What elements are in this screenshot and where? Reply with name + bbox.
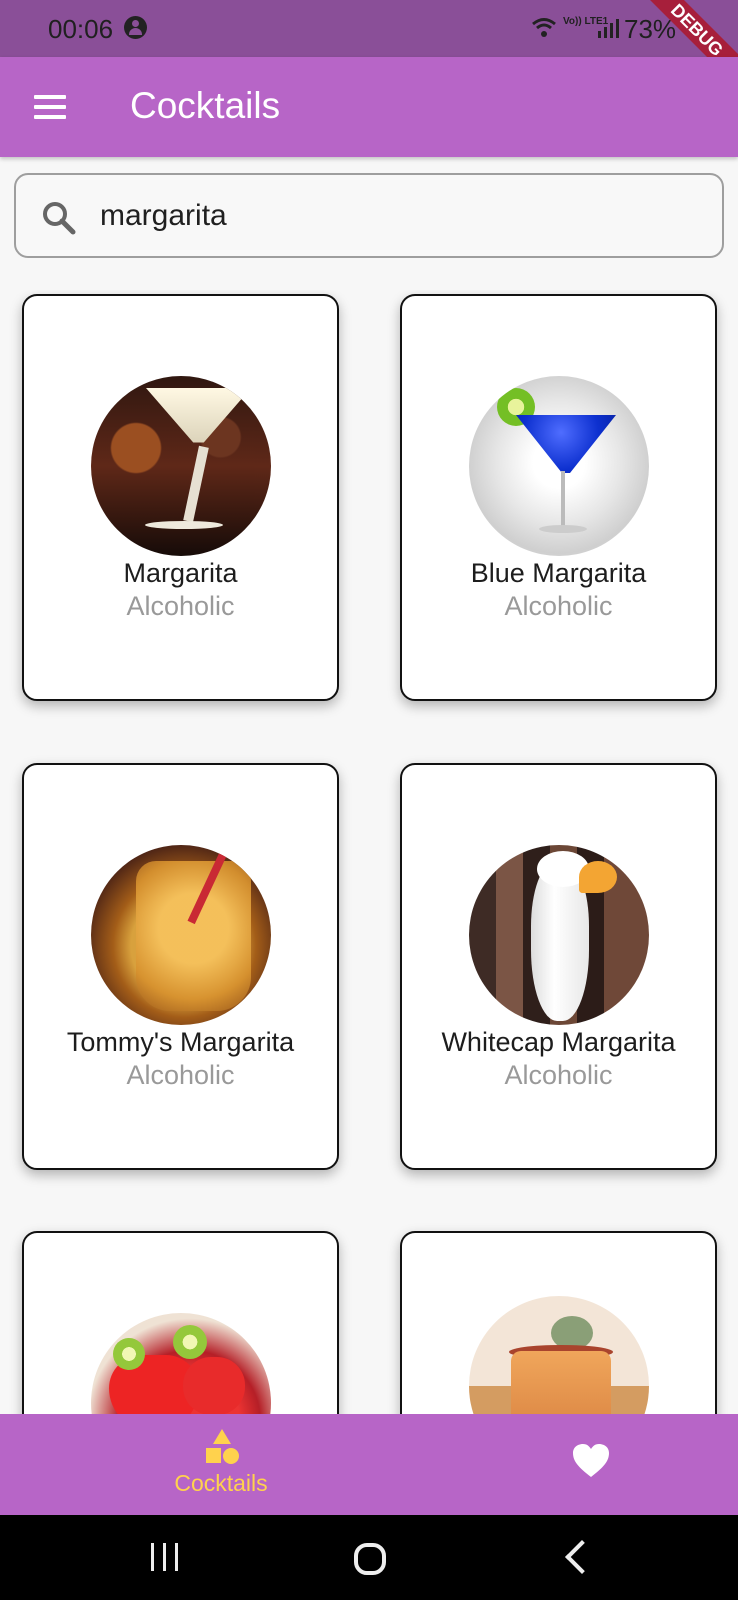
recent-apps-icon-line — [163, 1543, 166, 1571]
cocktail-image — [91, 376, 271, 556]
android-navigation-bar — [0, 1515, 738, 1600]
glass-stem-image — [561, 471, 565, 527]
recent-apps-icon-line — [175, 1543, 178, 1571]
bottom-navigation: Cocktails — [0, 1414, 738, 1515]
cocktail-card[interactable] — [400, 1231, 717, 1414]
signal-icon — [598, 19, 619, 38]
cocktail-category: Alcoholic — [126, 591, 235, 621]
square-icon-part — [206, 1448, 221, 1463]
cocktail-card-whitecap-margarita[interactable]: Whitecap Margarita Alcoholic — [400, 763, 717, 1170]
cocktail-card-blue-margarita[interactable]: Blue Margarita Alcoholic — [400, 294, 717, 701]
recent-apps-icon-line — [151, 1543, 154, 1571]
menu-button[interactable] — [28, 85, 72, 129]
nav-favorites[interactable] — [565, 1438, 617, 1490]
cocktail-card[interactable] — [22, 1231, 339, 1414]
recent-apps-button[interactable] — [149, 1543, 181, 1573]
orange-cocktail-glass-image — [511, 1351, 611, 1414]
orange-slice-image — [579, 861, 617, 893]
margarita-glass-image — [146, 388, 251, 443]
menu-icon-line — [34, 115, 66, 119]
cocktail-card-tommys-margarita[interactable]: Tommy's Margarita Alcoholic — [22, 763, 339, 1170]
red-cocktail-glass-image — [183, 1357, 245, 1414]
triangle-icon-part — [213, 1429, 231, 1444]
home-button[interactable] — [354, 1543, 386, 1575]
cocktail-name: Margarita — [123, 558, 238, 588]
glass-base-image — [145, 521, 223, 529]
glass-base-image — [539, 525, 587, 533]
menu-icon-line — [34, 95, 66, 99]
search-input[interactable] — [100, 187, 690, 245]
nav-cocktails[interactable]: Cocktails — [150, 1428, 292, 1504]
status-bar: 00:06 Vo)) LTE1 73% DEBUG — [0, 0, 738, 92]
cocktail-grid: Margarita Alcoholic Blue Margarita Alcoh… — [0, 290, 738, 1414]
cocktail-image — [469, 845, 649, 1025]
wifi-icon — [532, 18, 556, 37]
cocktail-card-margarita[interactable]: Margarita Alcoholic — [22, 294, 339, 701]
page-title: Cocktails — [130, 85, 281, 126]
search-icon — [43, 202, 76, 235]
lime-garnish-image — [113, 1338, 145, 1370]
heart-icon — [573, 1444, 609, 1477]
yellow-cocktail-glass-image — [136, 861, 251, 1011]
circle-icon-part — [223, 1448, 239, 1464]
cocktail-category: Alcoholic — [504, 591, 613, 621]
cocktail-image — [91, 1313, 271, 1414]
glass-stem-image — [183, 445, 209, 523]
system-status-icons: Vo)) LTE1 — [530, 16, 630, 40]
nav-cocktails-label: Cocktails — [174, 1470, 268, 1496]
menu-icon-line — [34, 105, 66, 109]
blue-cocktail-glass-image — [516, 415, 616, 473]
app-bar: Cocktails — [0, 57, 738, 157]
cocktail-image — [469, 376, 649, 556]
shapes-icon — [203, 1428, 241, 1466]
cocktail-name: Whitecap Margarita — [441, 1027, 676, 1057]
status-time: 00:06 — [48, 14, 114, 44]
cocktail-image — [91, 845, 271, 1025]
cocktail-name: Tommy's Margarita — [66, 1027, 295, 1057]
account-alert-icon — [124, 16, 147, 39]
cocktail-category: Alcoholic — [504, 1060, 613, 1090]
cocktail-name: Blue Margarita — [470, 558, 647, 588]
cocktail-category: Alcoholic — [126, 1060, 235, 1090]
back-button[interactable] — [565, 1540, 599, 1574]
search-box[interactable] — [14, 173, 724, 258]
lime-garnish-image — [173, 1325, 207, 1359]
cocktail-image — [469, 1296, 649, 1414]
